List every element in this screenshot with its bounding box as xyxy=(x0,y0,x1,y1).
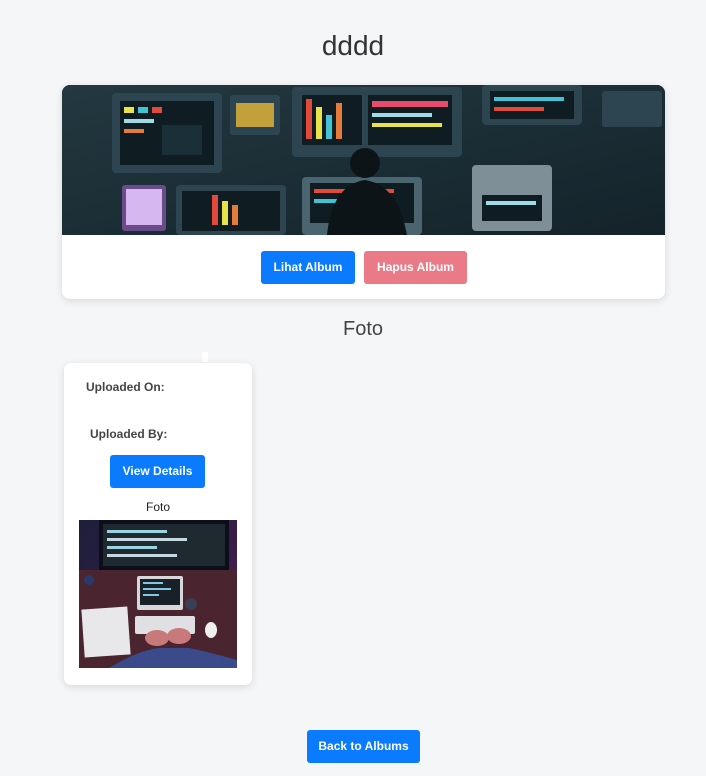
photo-thumbnail[interactable] xyxy=(79,520,237,668)
view-details-button[interactable]: View Details xyxy=(110,455,205,488)
photo-card: Uploaded On: Uploaded By: View Details F… xyxy=(64,363,252,685)
view-album-button[interactable]: Lihat Album xyxy=(261,251,355,284)
uploaded-by-label: Uploaded By: xyxy=(90,427,168,441)
album-card: Lihat Album Hapus Album xyxy=(62,85,665,299)
photo-card-notch xyxy=(202,352,208,362)
uploaded-on-label: Uploaded On: xyxy=(86,380,165,394)
photo-caption: Foto xyxy=(145,500,170,514)
delete-album-button[interactable]: Hapus Album xyxy=(364,251,467,284)
album-cover-image xyxy=(62,85,665,235)
photos-section-title: Foto xyxy=(342,318,384,340)
back-to-albums-button[interactable]: Back to Albums xyxy=(307,730,420,763)
page-title: dddd xyxy=(321,30,385,61)
